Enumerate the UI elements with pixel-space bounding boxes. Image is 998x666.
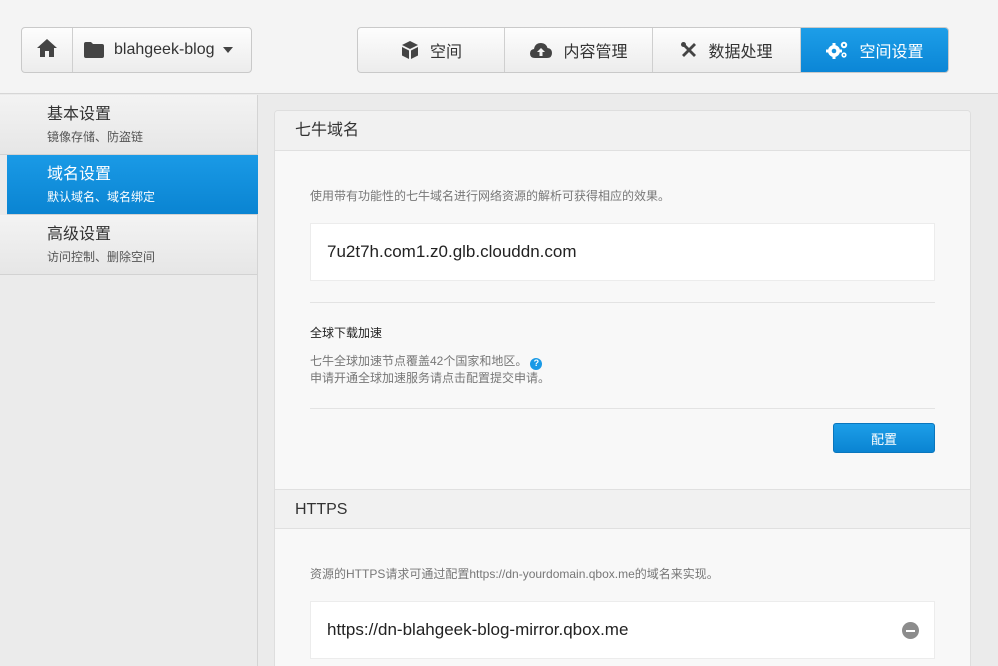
home-icon	[36, 38, 58, 63]
tab-bucket-label: 空间	[429, 44, 462, 61]
bucket-dropdown[interactable]: blahgeek-blog	[73, 28, 251, 72]
sidebar-item-basic[interactable]: 基本设置 镜像存储、防盗链	[0, 95, 257, 155]
bucket-name: blahgeek-blog	[114, 41, 215, 58]
qiniu-domain-value: 7u2t7h.com1.z0.glb.clouddn.com	[310, 223, 935, 281]
global-accel-line2: 申请开通全球加速服务请点击配置提交申请。	[310, 371, 551, 385]
divider	[310, 302, 935, 303]
qiniu-domain-heading: 七牛域名	[275, 111, 970, 151]
tab-content-label: 内容管理	[563, 44, 628, 61]
global-accel-line1: 七牛全球加速节点覆盖42个国家和地区。	[310, 354, 528, 368]
settings-panel: 七牛域名 使用带有功能性的七牛域名进行网络资源的解析可获得相应的效果。 7u2t…	[274, 110, 971, 666]
main-nav-tabs: 空间 内容管理 数据处理 空间设置	[357, 27, 949, 73]
https-description: 资源的HTTPS请求可通过配置https://dn-yourdomain.qbo…	[310, 567, 719, 581]
tab-content-management[interactable]: 内容管理	[505, 28, 653, 72]
sidebar-item-advanced[interactable]: 高级设置 访问控制、删除空间	[0, 215, 257, 275]
https-heading: HTTPS	[275, 489, 970, 529]
settings-sidebar: 基本设置 镜像存储、防盗链 域名设置 默认域名、域名绑定 高级设置 访问控制、删…	[0, 95, 258, 666]
gears-icon	[825, 40, 849, 60]
sidebar-item-title: 域名设置	[47, 166, 112, 183]
box-icon	[400, 40, 420, 60]
tab-bucket-settings[interactable]: 空间设置	[801, 28, 948, 72]
sidebar-item-domain[interactable]: 域名设置 默认域名、域名绑定	[0, 155, 258, 215]
cloud-upload-icon	[529, 41, 553, 59]
global-accel-description: 七牛全球加速节点覆盖42个国家和地区。? 申请开通全球加速服务请点击配置提交申请…	[310, 353, 550, 387]
qiniu-domain-description: 使用带有功能性的七牛域名进行网络资源的解析可获得相应的效果。	[310, 189, 671, 203]
chevron-down-icon	[222, 47, 233, 53]
tab-data-processing[interactable]: 数据处理	[653, 28, 801, 72]
remove-icon[interactable]	[902, 622, 919, 639]
help-icon[interactable]: ?	[530, 357, 543, 370]
folder-icon	[83, 41, 105, 59]
sidebar-item-title: 高级设置	[47, 226, 112, 243]
tab-data-label: 数据处理	[708, 44, 773, 61]
tab-settings-label: 空间设置	[859, 44, 924, 61]
config-button[interactable]: 配置	[833, 423, 935, 453]
sidebar-item-subtitle: 访问控制、删除空间	[47, 250, 156, 264]
tools-icon	[680, 41, 698, 59]
https-domain-value: https://dn-blahgeek-blog-mirror.qbox.me	[310, 601, 935, 659]
tab-bucket[interactable]: 空间	[358, 28, 505, 72]
https-domain-text[interactable]: https://dn-blahgeek-blog-mirror.qbox.me	[327, 620, 628, 640]
global-accel-title: 全球下载加速	[310, 326, 383, 340]
home-button[interactable]	[22, 28, 73, 72]
sidebar-item-subtitle: 默认域名、域名绑定	[47, 190, 156, 204]
top-header: blahgeek-blog 空间 内容管理 数据处理 空间设置	[0, 0, 998, 94]
qiniu-domain-text[interactable]: 7u2t7h.com1.z0.glb.clouddn.com	[327, 242, 577, 262]
qiniu-domain-section: 使用带有功能性的七牛域名进行网络资源的解析可获得相应的效果。 7u2t7h.co…	[275, 151, 970, 489]
sidebar-item-subtitle: 镜像存储、防盗链	[47, 130, 144, 144]
sidebar-item-title: 基本设置	[47, 106, 112, 123]
divider	[310, 408, 935, 409]
bucket-switcher: blahgeek-blog	[21, 27, 252, 73]
https-section: 资源的HTTPS请求可通过配置https://dn-yourdomain.qbo…	[275, 529, 970, 666]
